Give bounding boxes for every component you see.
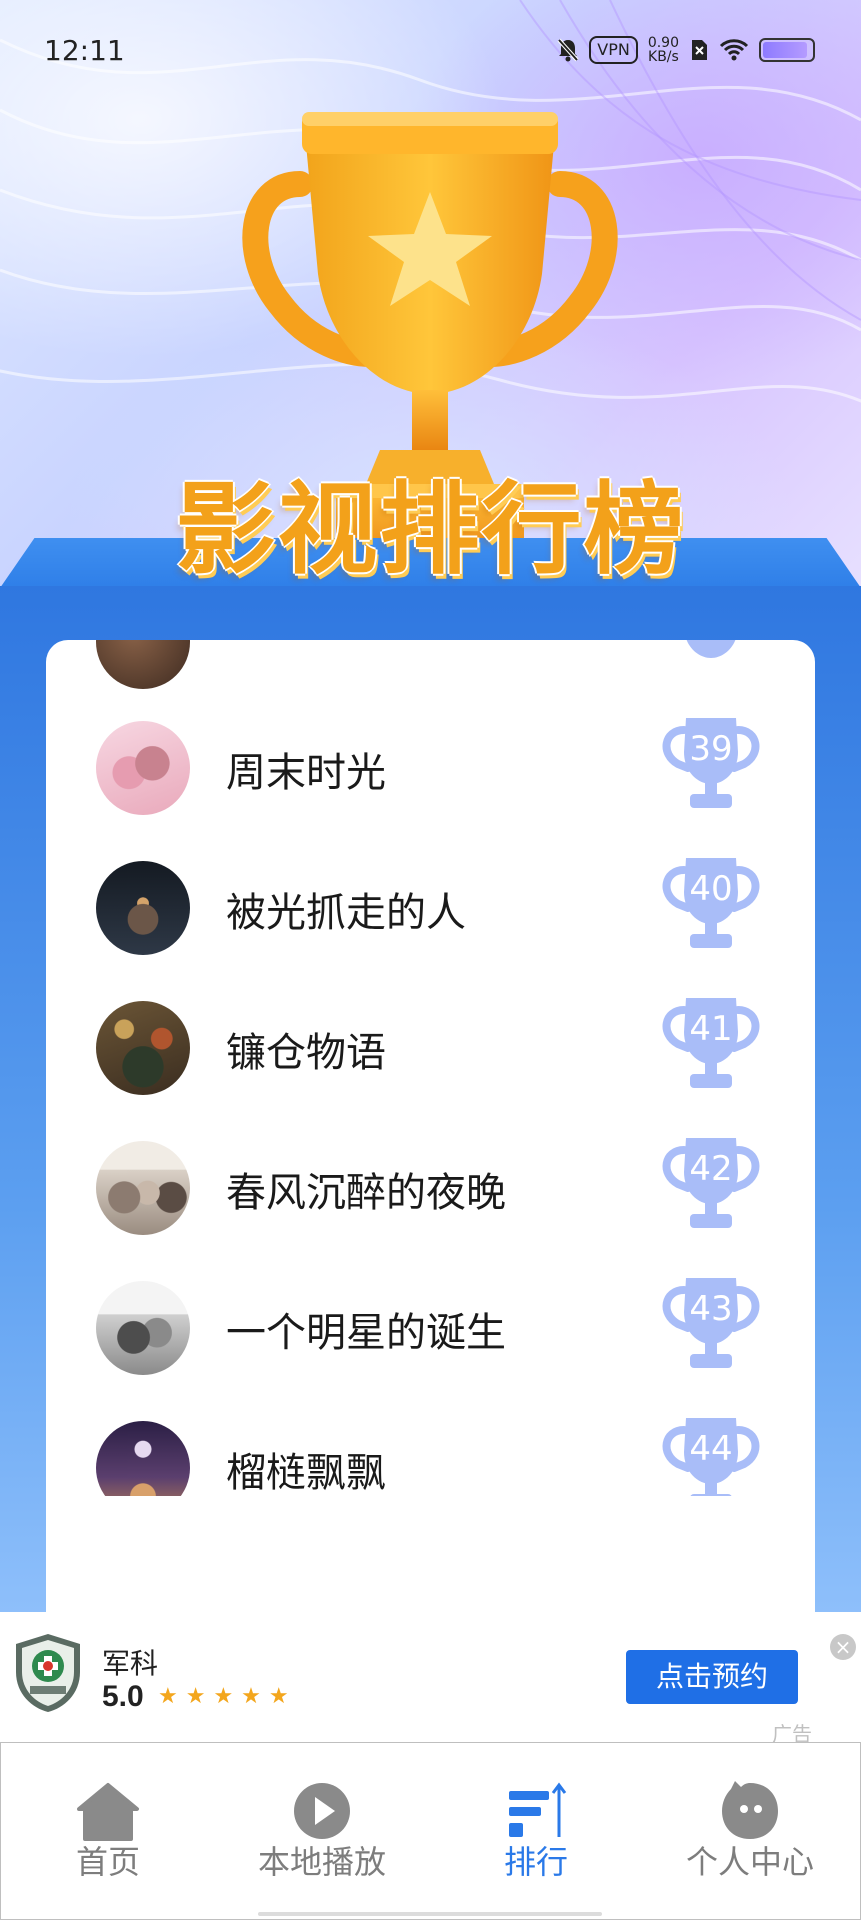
movie-title: 周末时光 xyxy=(226,751,386,795)
rank-badge-icon: 42 xyxy=(662,1138,760,1228)
rank-number: 42 xyxy=(689,1149,732,1189)
shield-logo-icon xyxy=(16,1634,80,1712)
sim-off-icon xyxy=(692,40,707,60)
poster-thumbnail xyxy=(96,721,190,815)
speed-unit: KB/s xyxy=(648,49,679,65)
ranking-icon xyxy=(509,1782,567,1837)
ranking-row[interactable]: 春风沉醉的夜晚 42 xyxy=(46,1116,815,1256)
page-title: 影视排行榜 xyxy=(175,471,686,588)
bell-off-icon xyxy=(557,38,579,62)
poster-thumbnail xyxy=(96,640,190,689)
rank-badge-icon: 41 xyxy=(662,998,760,1088)
poster-thumbnail xyxy=(96,1141,190,1235)
bottom-tab-bar: 首页 本地播放 排行 个人中心 xyxy=(0,1742,861,1920)
ranking-row[interactable]: 镰仓物语 41 xyxy=(46,976,815,1116)
ranking-list[interactable]: 周末时光 39 被光抓走的人 40 镰仓物语 41 春风沉醉的夜晚 42 一个明… xyxy=(46,640,815,1540)
movie-title: 春风沉醉的夜晚 xyxy=(226,1171,506,1215)
rank-badge-icon: 43 xyxy=(662,1278,760,1368)
tab-label: 排行 xyxy=(503,1844,568,1880)
tab-label: 个人中心 xyxy=(685,1844,814,1880)
battery-icon xyxy=(759,38,815,62)
movie-title: 榴梿飘飘 xyxy=(226,1451,386,1495)
ranking-row[interactable]: 被光抓走的人 40 xyxy=(46,836,815,976)
profile-icon xyxy=(722,1781,778,1839)
data-speed: 0.90 KB/s xyxy=(648,36,679,64)
ranking-row[interactable]: 榴梿飘飘 44 xyxy=(46,1396,815,1496)
wifi-icon xyxy=(719,39,749,61)
tab-home[interactable]: 首页 xyxy=(1,1743,215,1919)
rank-badge-icon: 44 xyxy=(662,1418,760,1496)
close-icon[interactable]: × xyxy=(830,1634,856,1660)
speed-value: 0.90 xyxy=(647,35,679,51)
tab-label: 本地播放 xyxy=(257,1844,386,1880)
ranking-row[interactable]: 周末时光 39 xyxy=(46,696,815,836)
poster-thumbnail xyxy=(96,1421,190,1496)
tab-profile[interactable]: 个人中心 xyxy=(643,1743,857,1919)
rank-number: 44 xyxy=(689,1429,732,1469)
home-icon xyxy=(77,1783,139,1841)
ad-rating-stars: ★★★★★ xyxy=(158,1684,297,1709)
poster-thumbnail xyxy=(96,861,190,955)
rank-badge-icon: 40 xyxy=(662,858,760,948)
vpn-icon: VPN xyxy=(589,36,638,64)
poster-thumbnail xyxy=(96,1001,190,1095)
movie-title: 被光抓走的人 xyxy=(226,891,466,935)
status-time: 12:11 xyxy=(44,34,125,67)
home-indicator[interactable] xyxy=(258,1912,602,1916)
rank-badge-icon xyxy=(686,640,736,658)
tab-ranking[interactable]: 排行 xyxy=(429,1743,643,1919)
play-icon xyxy=(294,1783,350,1839)
tab-label: 首页 xyxy=(75,1844,140,1880)
ranking-row[interactable]: 一个明星的诞生 43 xyxy=(46,1256,815,1396)
rank-number: 40 xyxy=(689,869,732,909)
ranking-card[interactable]: 周末时光 39 被光抓走的人 40 镰仓物语 41 春风沉醉的夜晚 42 一个明… xyxy=(46,640,815,1620)
poster-thumbnail xyxy=(96,1281,190,1375)
tab-local-play[interactable]: 本地播放 xyxy=(215,1743,429,1919)
rank-number: 39 xyxy=(689,729,732,769)
status-icons: VPN 0.90 KB/s xyxy=(557,32,815,68)
status-bar: 12:11 VPN 0.90 KB/s xyxy=(0,0,861,100)
rank-badge-icon: 39 xyxy=(662,718,760,808)
rank-number: 43 xyxy=(689,1289,732,1329)
ad-banner[interactable]: 军科 5.0 ★★★★★ 点击预约 × 广告 xyxy=(0,1612,861,1746)
rank-number: 41 xyxy=(689,1009,732,1049)
reserve-button[interactable]: 点击预约 xyxy=(626,1650,798,1704)
ad-app-name: 军科 xyxy=(102,1648,159,1679)
movie-title: 镰仓物语 xyxy=(226,1031,386,1075)
movie-title: 一个明星的诞生 xyxy=(226,1311,506,1355)
ad-rating-score: 5.0 xyxy=(102,1680,144,1713)
battery-level xyxy=(763,42,807,58)
